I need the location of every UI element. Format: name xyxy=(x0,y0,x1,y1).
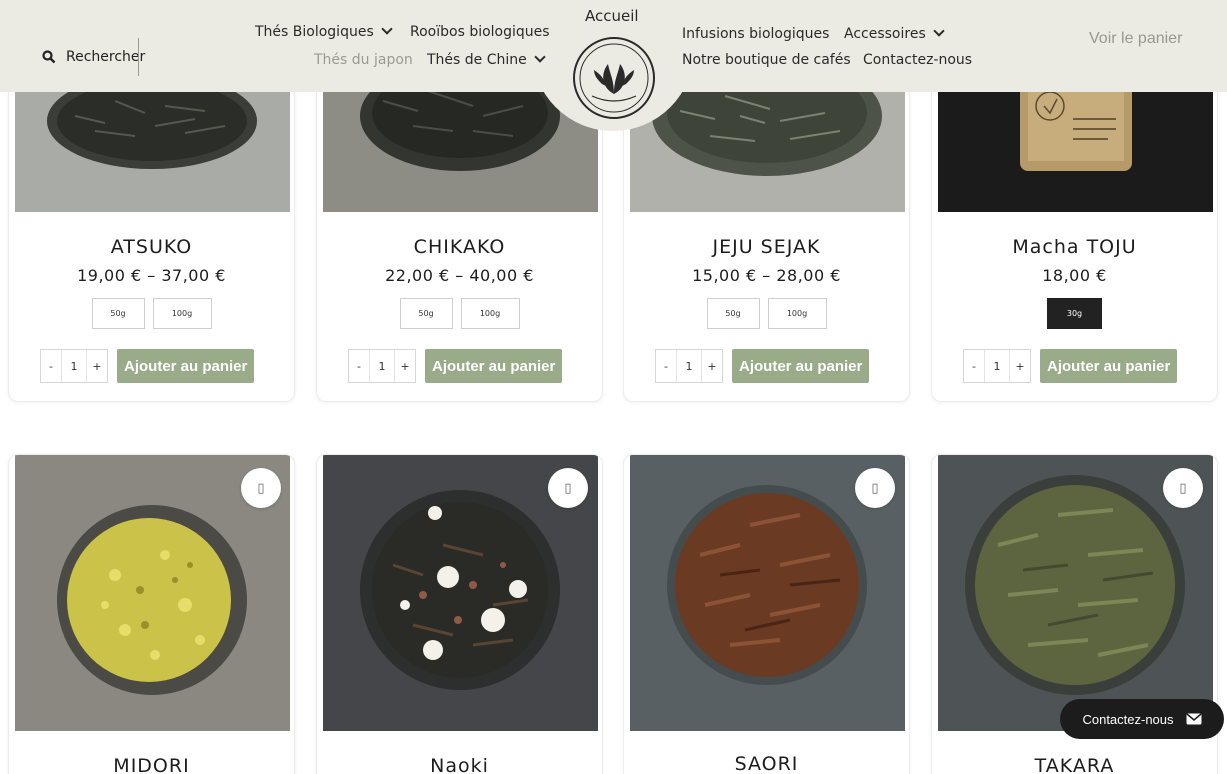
product-price: 18,00 € xyxy=(1042,266,1107,285)
increment-button[interactable]: + xyxy=(702,350,722,382)
nav-label: Notre boutique de cafés xyxy=(682,52,851,68)
decrement-button[interactable]: - xyxy=(964,350,984,382)
product-card-naoki[interactable]: Naoki ▯ xyxy=(316,454,603,774)
product-name[interactable]: SAORI xyxy=(624,753,909,774)
heart-icon: ▯ xyxy=(1179,480,1187,496)
quantity-input[interactable]: 1 xyxy=(369,350,395,382)
product-card-saori[interactable]: SAORI ▯ xyxy=(623,454,910,774)
product-price: 22,00 € – 40,00 € xyxy=(385,266,534,285)
add-to-cart-button[interactable]: Ajouter au panier xyxy=(732,349,870,383)
quantity-stepper[interactable]: - 1 + xyxy=(655,349,723,383)
quantity-stepper[interactable]: - 1 + xyxy=(348,349,416,383)
nav-accessoires[interactable]: Accessoires xyxy=(844,25,945,42)
nav-label: Accueil xyxy=(585,7,639,25)
variant-100g[interactable]: 100g xyxy=(152,298,212,329)
add-to-cart-button[interactable]: Ajouter au panier xyxy=(117,349,255,383)
cart-row: - 1 + Ajouter au panier xyxy=(40,349,255,383)
heart-icon: ▯ xyxy=(564,480,572,496)
variant-50g[interactable]: 50g xyxy=(91,298,145,329)
heart-icon: ▯ xyxy=(871,480,879,496)
quantity-stepper[interactable]: - 1 + xyxy=(963,349,1031,383)
product-price: 15,00 € – 28,00 € xyxy=(692,266,841,285)
product-name[interactable]: MIDORI xyxy=(9,755,294,774)
variant-options: 50g 100g xyxy=(9,298,294,329)
product-name[interactable]: CHIKAKO xyxy=(317,236,602,258)
cart-row: - 1 + Ajouter au panier xyxy=(655,349,870,383)
variant-options: 50g 100g xyxy=(624,298,909,329)
add-to-cart-button[interactable]: Ajouter au panier xyxy=(1040,349,1178,383)
search-bar[interactable]: Rechercher xyxy=(42,38,145,76)
search-divider xyxy=(138,38,140,76)
nav-accueil[interactable]: Accueil xyxy=(585,7,639,25)
chevron-down-icon xyxy=(534,51,546,63)
heart-icon: ▯ xyxy=(257,480,265,496)
variant-50g[interactable]: 50g xyxy=(399,298,453,329)
nav-thes-de-chine[interactable]: Thés de Chine xyxy=(427,51,546,68)
nav-label: Contactez-nous xyxy=(863,52,973,68)
product-name[interactable]: Naoki xyxy=(317,755,602,774)
nav-label: Thés Biologiques xyxy=(255,24,374,40)
nav-boutique-cafes[interactable]: Notre boutique de cafés xyxy=(682,52,851,68)
chevron-down-icon xyxy=(381,23,393,35)
nav-infusions-biologiques[interactable]: Infusions biologiques xyxy=(682,26,829,42)
decrement-button[interactable]: - xyxy=(349,350,369,382)
wishlist-button[interactable]: ▯ xyxy=(1163,468,1203,508)
variant-50g[interactable]: 50g xyxy=(706,298,760,329)
increment-button[interactable]: + xyxy=(395,350,415,382)
search-label[interactable]: Rechercher xyxy=(66,49,145,65)
nav-label: Accessoires xyxy=(844,26,926,42)
nav-thes-du-japon[interactable]: Thés du japon xyxy=(314,52,413,68)
wishlist-button[interactable]: ▯ xyxy=(241,468,281,508)
variant-100g[interactable]: 100g xyxy=(460,298,520,329)
search-icon xyxy=(42,50,56,64)
site-logo[interactable] xyxy=(572,36,656,120)
nav-label: Rooïbos biologiques xyxy=(410,24,550,40)
wishlist-button[interactable]: ▯ xyxy=(548,468,588,508)
contact-label: Contactez-nous xyxy=(1082,711,1174,727)
product-card-macha-toju[interactable]: Macha TOJU 18,00 € 30g - 1 + Ajouter au … xyxy=(931,60,1218,402)
contact-button[interactable]: Contactez-nous xyxy=(1060,699,1224,739)
variant-30g[interactable]: 30g xyxy=(1047,298,1102,329)
increment-button[interactable]: + xyxy=(1010,350,1030,382)
wishlist-button[interactable]: ▯ xyxy=(855,468,895,508)
quantity-input[interactable]: 1 xyxy=(984,350,1010,382)
chevron-down-icon xyxy=(933,25,945,37)
nav-label: Thés du japon xyxy=(314,52,413,68)
cart-row: - 1 + Ajouter au panier xyxy=(348,349,563,383)
product-name[interactable]: JEJU SEJAK xyxy=(624,236,909,258)
quantity-stepper[interactable]: - 1 + xyxy=(40,349,108,383)
quantity-input[interactable]: 1 xyxy=(61,350,87,382)
nav-label: Thés de Chine xyxy=(427,52,527,68)
nav-contactez-nous[interactable]: Contactez-nous xyxy=(863,52,972,68)
decrement-button[interactable]: - xyxy=(656,350,676,382)
variant-100g[interactable]: 100g xyxy=(767,298,827,329)
product-name[interactable]: Macha TOJU xyxy=(932,236,1217,258)
variant-options: 30g xyxy=(932,298,1217,329)
nav-thes-biologiques[interactable]: Thés Biologiques xyxy=(255,23,393,40)
product-name[interactable]: ATSUKO xyxy=(9,236,294,258)
product-card-atsuko[interactable]: ATSUKO 19,00 € – 37,00 € 50g 100g - 1 + … xyxy=(8,60,295,402)
cart-row: - 1 + Ajouter au panier xyxy=(963,349,1178,383)
quantity-input[interactable]: 1 xyxy=(676,350,702,382)
product-name[interactable]: TAKARA xyxy=(932,755,1217,774)
envelope-icon xyxy=(1186,713,1202,725)
view-cart-link[interactable]: Voir le panier xyxy=(1089,30,1182,48)
add-to-cart-button[interactable]: Ajouter au panier xyxy=(425,349,563,383)
product-price: 19,00 € – 37,00 € xyxy=(77,266,226,285)
product-card-jeju-sejak[interactable]: JEJU SEJAK 15,00 € – 28,00 € 50g 100g - … xyxy=(623,60,910,402)
decrement-button[interactable]: - xyxy=(41,350,61,382)
variant-options: 50g 100g xyxy=(317,298,602,329)
nav-rooibos-biologiques[interactable]: Rooïbos biologiques xyxy=(410,24,550,40)
nav-label: Infusions biologiques xyxy=(682,26,830,42)
increment-button[interactable]: + xyxy=(87,350,107,382)
product-card-midori[interactable]: MIDORI ▯ xyxy=(8,454,295,774)
